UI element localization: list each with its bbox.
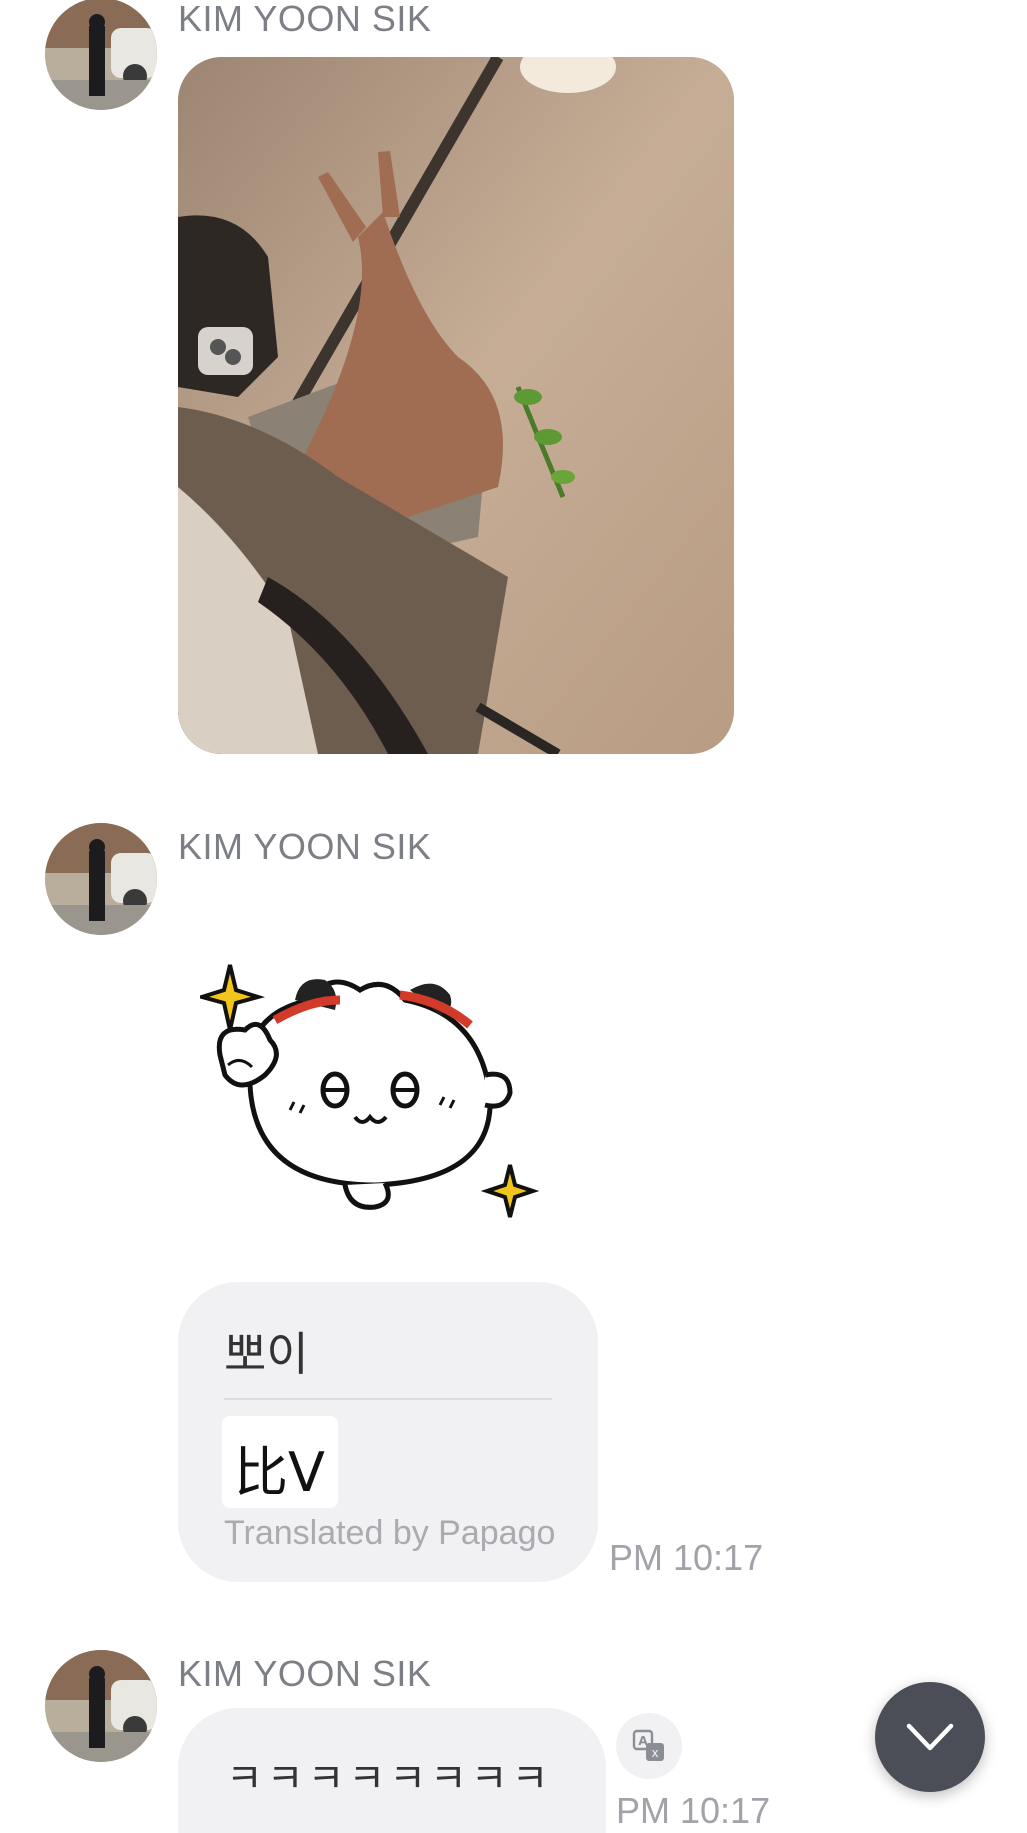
translate-button[interactable]: A x — [616, 1713, 682, 1779]
scroll-to-bottom-button[interactable] — [875, 1682, 985, 1792]
sender-avatar[interactable] — [45, 1650, 157, 1762]
sender-name: KIM YOON SIK — [178, 826, 432, 867]
translated-message-bubble[interactable]: 뽀이 比V Translated by Papago — [178, 1282, 598, 1582]
message-time: PM 10:17 — [616, 1790, 771, 1831]
chevron-down-icon — [906, 1723, 954, 1751]
sticker-image — [200, 964, 540, 1218]
message-text: ㅋㅋㅋㅋㅋㅋㅋㅋ — [226, 1756, 553, 1802]
sender-avatar[interactable] — [45, 0, 157, 110]
translated-text-box: 比V — [222, 1416, 338, 1508]
sender-name: KIM YOON SIK — [178, 1653, 432, 1694]
sender-name: KIM YOON SIK — [178, 0, 432, 39]
shared-photo — [178, 57, 734, 754]
translated-text: 比V — [234, 1441, 325, 1504]
svg-text:x: x — [651, 1746, 658, 1760]
translation-credit: Translated by Papago — [224, 1514, 556, 1552]
sender-avatar[interactable] — [45, 823, 157, 935]
translation-divider — [224, 1398, 552, 1400]
avatar-photo — [45, 823, 157, 935]
avatar-photo — [45, 0, 157, 110]
sticker-message[interactable] — [200, 945, 540, 1235]
photo-message[interactable] — [178, 57, 734, 754]
avatar-photo — [45, 1650, 157, 1762]
text-message-bubble[interactable]: ㅋㅋㅋㅋㅋㅋㅋㅋ — [178, 1708, 606, 1833]
message-time: PM 10:17 — [609, 1537, 764, 1578]
translate-icon: A x — [632, 1729, 664, 1761]
original-text: 뽀이 — [224, 1328, 309, 1380]
